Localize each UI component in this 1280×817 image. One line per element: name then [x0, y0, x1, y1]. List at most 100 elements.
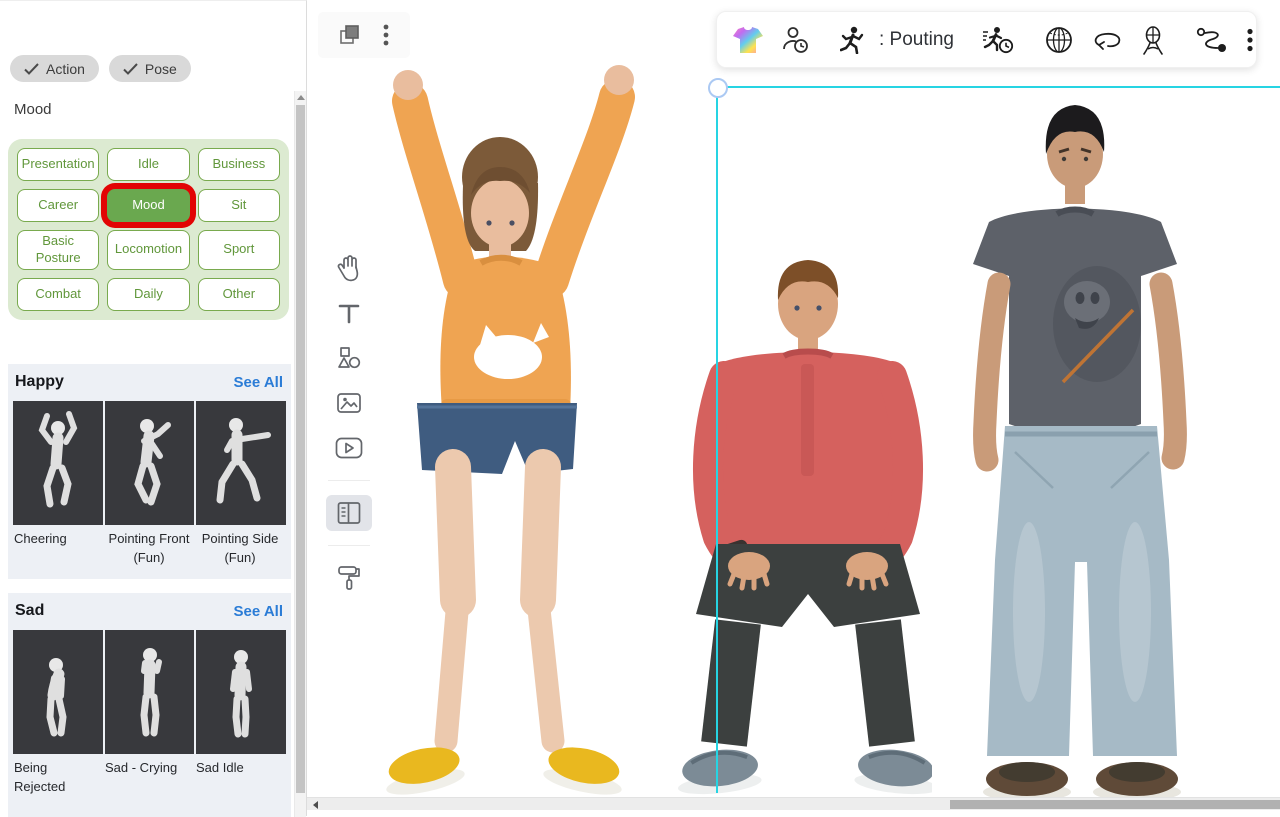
selection-left-edge — [716, 87, 718, 793]
pose-label-sad-crying: Sad - Crying — [104, 757, 195, 797]
pose-label-pointing-front: Pointing Front (Fun) — [104, 528, 195, 568]
mannequin-sad-idle-figure — [206, 637, 276, 747]
animation-timer-button[interactable] — [980, 24, 1016, 56]
character-man-sitting[interactable] — [672, 252, 932, 804]
image-icon — [336, 391, 362, 415]
mannequin-sad-crying-figure — [115, 637, 185, 747]
mini-more-options-button[interactable] — [381, 22, 391, 48]
orbit-globe-icon — [1044, 25, 1074, 55]
group-objects-icon — [339, 24, 361, 46]
mannequin-being-rejected-figure — [23, 637, 93, 747]
group-objects-button[interactable] — [337, 22, 363, 48]
pose-face-icon — [1140, 25, 1166, 55]
pose-label-being-rejected: Being Rejected — [13, 757, 104, 797]
category-sit[interactable]: Sit — [198, 189, 280, 222]
pose-thumb-pointing-side[interactable] — [196, 401, 286, 525]
pose-label-cheering: Cheering — [13, 528, 104, 568]
sidebar-scrollbar-thumb[interactable] — [296, 105, 305, 793]
selection-corner-handle[interactable] — [708, 78, 728, 98]
scroll-left-arrow-icon[interactable] — [313, 801, 318, 809]
canvas-tool-strip — [318, 238, 380, 608]
action-filter-toggle[interactable]: Action — [10, 55, 99, 82]
character-woman-celebrating[interactable] — [383, 55, 645, 795]
video-icon — [335, 437, 363, 459]
check-icon — [24, 63, 39, 75]
sad-see-all-link[interactable]: See All — [234, 603, 283, 620]
pose-thumb-being-rejected[interactable] — [13, 630, 103, 754]
current-animation-label: : Pouting — [879, 29, 954, 51]
animation-timer-icon — [982, 26, 1014, 54]
more-options-icon — [1247, 28, 1253, 52]
rotate-icon — [1091, 29, 1123, 51]
filter-pills: Action Pose — [10, 55, 191, 82]
pose-face-button[interactable] — [1138, 23, 1168, 57]
pose-thumb-pointing-front[interactable] — [105, 401, 195, 525]
happy-group-title: Happy — [15, 373, 64, 391]
shapes-tool-button[interactable] — [326, 340, 372, 376]
character-man-standing-pouting[interactable] — [945, 92, 1221, 804]
hand-icon — [336, 254, 362, 282]
text-tool-button[interactable] — [326, 295, 372, 331]
happy-see-all-link[interactable]: See All — [234, 374, 283, 391]
paint-roller-icon — [336, 564, 362, 592]
pose-thumb-sad-crying[interactable] — [105, 630, 195, 754]
category-sport[interactable]: Sport — [198, 230, 280, 270]
running-animation-button[interactable] — [838, 24, 866, 56]
category-presentation[interactable]: Presentation — [17, 148, 99, 181]
action-filter-label: Action — [46, 61, 85, 77]
character-toolbar: : Pouting — [716, 11, 1257, 68]
tool-strip-divider — [328, 545, 370, 546]
category-daily[interactable]: Daily — [107, 278, 189, 311]
category-career[interactable]: Career — [17, 189, 99, 222]
pose-filter-toggle[interactable]: Pose — [109, 55, 191, 82]
canvas-horizontal-scrollbar[interactable] — [307, 797, 1280, 810]
selection-top-edge — [716, 86, 1280, 88]
mannequin-cheering-figure — [23, 408, 93, 518]
category-combat[interactable]: Combat — [17, 278, 99, 311]
happy-group: Happy See All — [8, 364, 291, 579]
mannequin-pointing-front-figure — [115, 408, 185, 518]
category-locomotion[interactable]: Locomotion — [107, 230, 189, 270]
object-mini-toolbar — [318, 12, 410, 58]
motion-path-button[interactable] — [1194, 25, 1232, 55]
category-mood-selected[interactable]: Mood — [107, 189, 189, 222]
paint-roller-tool-button[interactable] — [326, 560, 372, 596]
orbit-globe-button[interactable] — [1042, 23, 1076, 57]
sad-group: Sad See All — [8, 593, 291, 817]
category-panel: Presentation Idle Business Career Mood S… — [8, 139, 289, 320]
sidebar-scrollbar[interactable] — [294, 91, 306, 817]
category-business[interactable]: Business — [198, 148, 280, 181]
character-timer-icon — [780, 26, 810, 54]
category-grid: Presentation Idle Business Career Mood S… — [17, 148, 280, 311]
mannequin-pointing-side-figure — [206, 408, 276, 518]
pose-label-sad-idle: Sad Idle — [195, 757, 286, 797]
pose-thumb-sad-idle[interactable] — [196, 630, 286, 754]
pose-thumb-cheering[interactable] — [13, 401, 103, 525]
layout-panel-tool-button[interactable] — [326, 495, 372, 531]
hand-tool-button[interactable] — [326, 250, 372, 286]
check-icon — [123, 63, 138, 75]
category-section-label: Mood — [14, 101, 52, 118]
toolbar-more-options-button[interactable] — [1245, 26, 1255, 54]
running-animation-icon — [840, 26, 864, 54]
text-icon — [337, 301, 361, 325]
horizontal-scrollbar-thumb[interactable] — [950, 800, 1280, 809]
editor-canvas[interactable]: : Pouting — [307, 0, 1280, 816]
motion-path-icon — [1196, 27, 1230, 53]
shirt-color-button[interactable] — [731, 25, 765, 55]
pose-label-pointing-side: Pointing Side (Fun) — [195, 528, 286, 568]
layout-panel-icon — [336, 501, 362, 525]
category-basic-posture[interactable]: Basic Posture — [17, 230, 99, 270]
category-idle[interactable]: Idle — [107, 148, 189, 181]
shirt-color-icon — [733, 27, 763, 53]
rotate-button[interactable] — [1089, 27, 1125, 53]
image-tool-button[interactable] — [326, 385, 372, 421]
category-other[interactable]: Other — [198, 278, 280, 311]
scroll-up-arrow-icon[interactable] — [297, 95, 305, 100]
tool-strip-divider — [328, 480, 370, 481]
video-tool-button[interactable] — [326, 430, 372, 466]
character-timer-button[interactable] — [778, 24, 812, 56]
sad-group-title: Sad — [15, 602, 44, 620]
pose-sidebar: Action Pose Mood Presentation Idle Busin… — [0, 0, 307, 816]
shapes-icon — [337, 346, 361, 370]
